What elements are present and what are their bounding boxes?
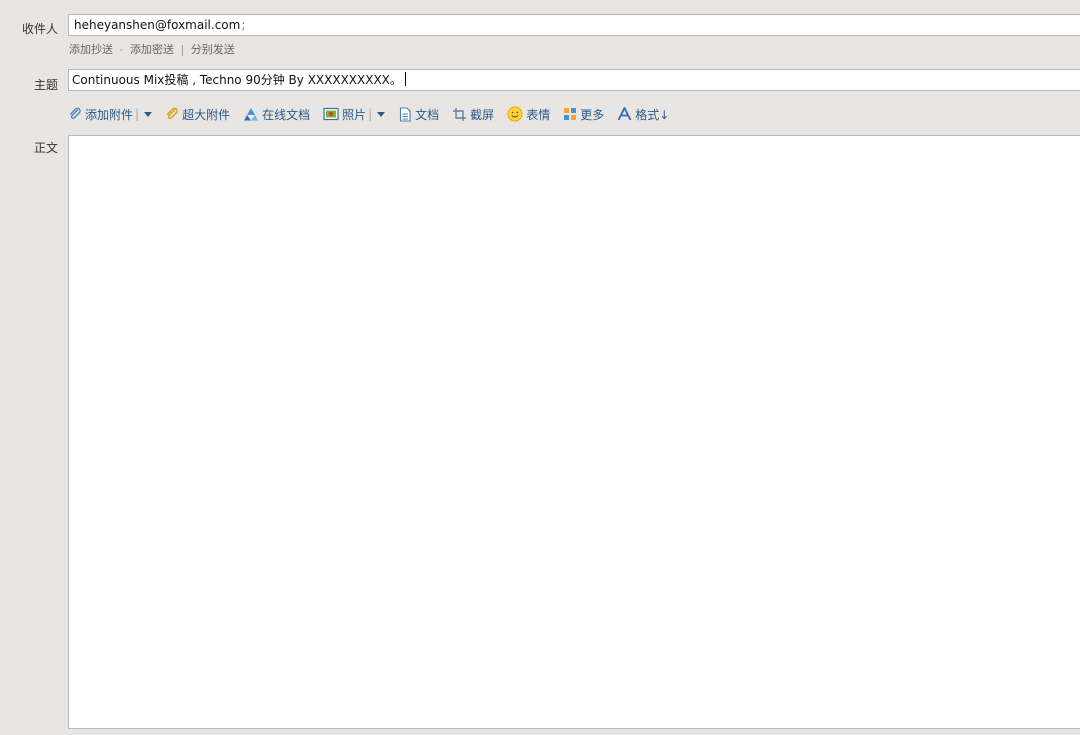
subject-text: Continuous Mix投稿 , Techno 90分钟 By XXXXXX…	[72, 73, 402, 87]
crop-icon	[452, 107, 467, 122]
document-button[interactable]: 文档	[398, 106, 439, 123]
more-button[interactable]: 更多	[563, 106, 604, 123]
subject-label: 主题	[33, 78, 58, 92]
toolbar-pipe: |	[368, 107, 373, 121]
attachment-dropdown-icon[interactable]	[144, 111, 153, 117]
smiley-icon	[507, 106, 523, 122]
format-button[interactable]: 格式↓	[617, 105, 670, 123]
recipient-address[interactable]: heheyanshen@foxmail.com	[74, 18, 240, 32]
compose-toolbar: 添加附件 | 超大附件 在线文档 照片 | 文档 截屏 表情 更多 格式↓	[68, 104, 682, 124]
message-body-editor[interactable]	[68, 135, 1080, 729]
online-doc-icon	[243, 107, 259, 122]
format-label: 格式↓	[635, 107, 670, 122]
emoticon-button[interactable]: 表情	[507, 106, 550, 123]
add-cc-link[interactable]: 添加抄送	[69, 43, 113, 56]
photo-icon	[323, 107, 339, 121]
send-separately-link[interactable]: 分别发送	[191, 43, 235, 56]
subject-field[interactable]: Continuous Mix投稿 , Techno 90分钟 By XXXXXX…	[68, 69, 1080, 91]
document-label: 文档	[415, 107, 440, 122]
recipient-options: 添加抄送 - 添加密送 | 分别发送	[69, 41, 235, 57]
link-pipe: |	[180, 43, 185, 56]
body-label: 正文	[33, 141, 58, 155]
photo-label: 照片	[342, 107, 367, 122]
recipient-label: 收件人	[21, 22, 58, 36]
grid-icon	[563, 107, 577, 121]
more-label: 更多	[580, 107, 605, 122]
screenshot-button[interactable]: 截屏	[452, 106, 494, 123]
online-doc-label: 在线文档	[262, 107, 311, 122]
recipient-field[interactable]: heheyanshen@foxmail.com;	[68, 14, 1080, 36]
text-caret	[404, 72, 406, 86]
toolbar-pipe: |	[135, 107, 140, 121]
recipient-separator: ;	[241, 18, 246, 32]
large-paperclip-icon	[165, 107, 179, 121]
link-dash: -	[119, 43, 124, 56]
large-attachment-button[interactable]: 超大附件	[165, 106, 230, 123]
screenshot-label: 截屏	[470, 107, 495, 122]
add-attachment-label: 添加附件	[85, 107, 134, 122]
paperclip-icon	[68, 107, 82, 121]
photo-button[interactable]: 照片 |	[323, 106, 386, 123]
online-doc-button[interactable]: 在线文档	[243, 106, 310, 123]
emoticon-label: 表情	[526, 107, 551, 122]
add-bcc-link[interactable]: 添加密送	[130, 43, 174, 56]
font-format-icon	[617, 105, 632, 121]
large-attachment-label: 超大附件	[182, 107, 231, 122]
add-attachment-button[interactable]: 添加附件 |	[68, 106, 153, 123]
document-icon	[398, 106, 412, 122]
photo-dropdown-icon[interactable]	[377, 111, 386, 117]
